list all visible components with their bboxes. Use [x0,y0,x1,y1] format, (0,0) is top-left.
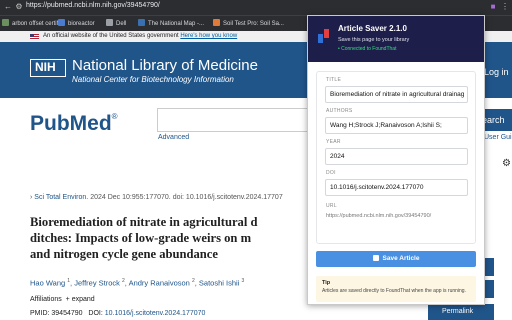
registered-mark: ® [111,112,118,121]
menu-icon[interactable]: ⋮ [500,2,510,12]
folder-icon [106,19,113,26]
gov-banner-text: An official website of the United States… [43,33,237,39]
doi-field[interactable]: 10.1016/j.scitotenv.2024.177070 [325,179,468,196]
article-form: TITLE Bioremediation of nitrate in agric… [316,71,476,244]
us-flag-icon [30,34,39,40]
extension-logo-icon [318,29,332,43]
connection-status: • Connected to FoundThat [338,46,397,52]
authors-label: AUTHORS [326,108,353,114]
save-icon [372,255,379,261]
author-link[interactable]: Andry Ranaivoson [129,279,190,288]
doi-label: DOI: [88,310,103,317]
affiliations-label: Affiliations [30,296,62,303]
author-affiliation-number[interactable]: 1 [67,278,70,284]
url-field[interactable]: https://pubmed.ncbi.nlm.nih.gov/39454790… [26,2,160,9]
bookmark-icon [2,19,9,26]
advanced-search-link[interactable]: Advanced [158,134,189,141]
extension-icon[interactable]: ■ [488,2,498,12]
gov-banner-link[interactable]: Here's how you know [180,33,237,39]
nlm-subtitle: National Center for Biotechnology Inform… [72,75,234,84]
bookmark-carbon[interactable]: arbon offset certifi... [2,19,65,27]
tip-title: Tip [322,280,331,286]
bookmark-dell[interactable]: Dell [106,19,126,27]
author-list: Hao Wang 1, Jeffrey Strock 2, Andry Rana… [30,278,245,288]
save-article-button[interactable]: Save Article [316,251,476,267]
gear-icon[interactable]: ⚙ [502,158,511,169]
bookmark-icon [58,19,65,26]
article-ids: PMID: 39454790 DOI: 10.1016/j.scitotenv.… [30,310,205,317]
bookmark-bioreactor[interactable]: bioreactor [58,19,95,27]
search-input[interactable] [157,108,317,132]
extension-subtitle: Save this page to your library [338,37,410,43]
url-label: URL [326,203,337,209]
bookmark-icon [138,19,145,26]
bookmark-icon [213,19,220,26]
pubmed-logo-text: PubMed [30,112,112,135]
gov-banner-label: An official website of the United States… [43,33,179,39]
url-value: https://pubmed.ncbi.nlm.nih.gov/39454790… [326,213,432,219]
journal-citation: › Sci Total Environ. 2024 Dec 10:955:177… [30,194,283,201]
permalink-label: Permalink [442,308,474,315]
bookmark-soil-test[interactable]: Soil Test Pro: Soil Sa... [213,19,284,27]
site-info-icon[interactable]: ⚙ [14,2,24,12]
affiliations-row: Affiliations + expand [30,296,95,303]
title-label: TITLE [326,77,342,83]
pmid: PMID: 39454790 [30,310,83,317]
title-field[interactable]: Bioremediation of nitrate in agricultura… [325,86,468,103]
nlm-title: National Library of Medicine [72,57,258,74]
expand-affiliations-button[interactable]: + expand [66,296,95,303]
article-title-line: ditches: Impacts of low-grade weirs on m [30,231,252,245]
citation-text: 2024 Dec 10:955:177070. doi: 10.1016/j.s… [90,194,283,201]
journal-link[interactable]: Sci Total Environ. [34,194,88,201]
address-bar: ← ⚙ https://pubmed.ncbi.nlm.nih.gov/3945… [0,0,512,15]
pubmed-logo[interactable]: PubMed® [30,112,118,136]
extension-title: Article Saver 2.1.0 [338,24,407,33]
tip-text: Articles are saved directly to FoundThat… [322,288,466,294]
extension-popup: Article Saver 2.1.0 Save this page to yo… [307,15,485,305]
article-title-line: Bioremediation of nitrate in agricultura… [30,215,258,229]
permalink-button[interactable]: Permalink [428,304,494,320]
author-link[interactable]: Jeffrey Strock [74,279,120,288]
doi-label: DOI [326,170,336,176]
author-affiliation-number[interactable]: 3 [241,278,244,284]
author-link[interactable]: Satoshi Ishii [199,279,239,288]
article-title: Bioremediation of nitrate in agricultura… [30,214,330,262]
nih-logo[interactable]: NIH [30,59,66,77]
year-label: YEAR [326,139,341,145]
year-field[interactable]: 2024 [325,148,468,165]
author-affiliation-number[interactable]: 2 [122,278,125,284]
back-icon[interactable]: ← [3,2,13,12]
authors-field[interactable]: Wang H;Strock J;Ranaivoson A;Ishii S; [325,117,468,134]
extension-header: Article Saver 2.1.0 Save this page to yo… [308,16,484,62]
doi-link[interactable]: 10.1016/j.scitotenv.2024.177070 [105,310,206,317]
save-article-label: Save Article [382,255,420,262]
article-title-line: and nitrogen cycle gene abundance [30,247,218,261]
author-link[interactable]: Hao Wang [30,279,65,288]
user-guide-link[interactable]: User Gui [484,134,512,141]
bookmark-national-map[interactable]: The National Map -... [138,19,204,27]
author-affiliation-number[interactable]: 2 [192,278,195,284]
tip-box: Tip Articles are saved directly to Found… [316,276,476,302]
